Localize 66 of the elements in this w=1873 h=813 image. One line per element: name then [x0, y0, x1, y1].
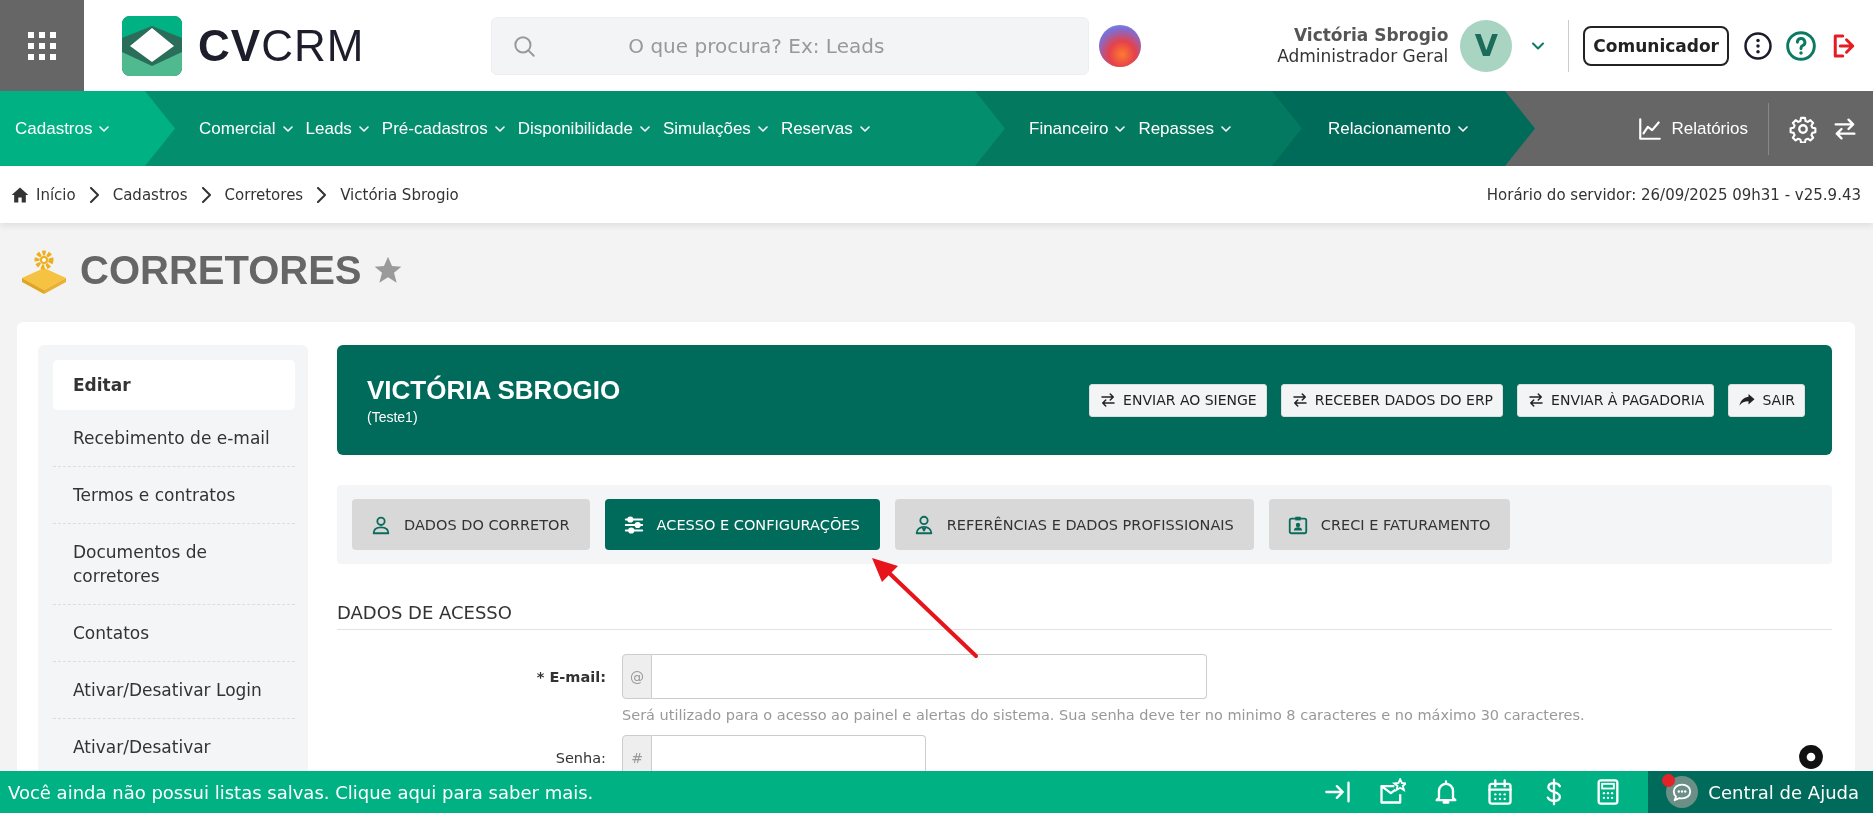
- search-field[interactable]: O que procura? Ex: Leads: [491, 16, 1090, 75]
- calendar-icon[interactable]: [1486, 778, 1515, 806]
- reports-link[interactable]: Relatórios: [1637, 115, 1748, 142]
- email-field[interactable]: [652, 654, 1207, 699]
- field-hint: Será utilizado para o acesso ao painel e alertas do sistema. Sua senha deve ter no minimo 8 caracteres e no máximo 30 caracteres.: [622, 707, 1586, 723]
- communicator-button[interactable]: Comunicador: [1583, 25, 1729, 66]
- menu-item[interactable]: Reservas: [780, 118, 873, 139]
- tab[interactable]: ACESSO E CONFIGURAÇÕES: [604, 499, 880, 550]
- menu-item[interactable]: Leads: [305, 118, 372, 139]
- menu-item[interactable]: Financeiro: [1029, 118, 1129, 139]
- sliders-icon: [622, 513, 645, 536]
- apps-menu-button[interactable]: [0, 0, 84, 91]
- profile-name: VICTÓRIA SBROGIO: [367, 375, 621, 406]
- password-field[interactable]: [652, 735, 926, 771]
- field-prefix: #: [622, 735, 652, 771]
- mail-star-icon[interactable]: [1378, 778, 1407, 806]
- field-prefix: @: [622, 654, 652, 699]
- action-button[interactable]: RECEBER DADOS DO ERP: [1280, 383, 1504, 417]
- chart-icon: [1637, 115, 1664, 142]
- sidebar-item[interactable]: Ativar/Desativar Login: [53, 662, 295, 719]
- orb-icon[interactable]: [1099, 24, 1142, 67]
- sidebar-item[interactable]: Termos e contratos: [53, 467, 295, 524]
- breadcrumb-link[interactable]: Início: [36, 185, 76, 204]
- field-label: * E-mail:: [535, 668, 606, 685]
- swap-icon: [1290, 391, 1309, 409]
- help-icon[interactable]: [1785, 29, 1817, 62]
- breadcrumb-link[interactable]: Cadastros: [112, 185, 188, 204]
- notification-dot: [1662, 774, 1676, 787]
- grid-icon: [27, 30, 57, 61]
- action-button[interactable]: ENVIAR AO SIENGE: [1089, 383, 1267, 417]
- menu-item[interactable]: Relacionamento: [1328, 118, 1471, 139]
- user-avatar[interactable]: V: [1460, 19, 1513, 72]
- sidebar-item[interactable]: Contatos: [53, 605, 295, 662]
- user-name: Victória Sbrogio: [1293, 24, 1449, 46]
- action-button[interactable]: SAIR: [1728, 383, 1805, 417]
- field-label: Senha:: [554, 749, 606, 766]
- menu-item[interactable]: Simulações: [663, 118, 771, 139]
- chevron-right-icon: [317, 186, 327, 203]
- logo-icon: [122, 15, 182, 76]
- menu-item[interactable]: Repasses: [1138, 118, 1234, 139]
- swap-icon: [1099, 391, 1118, 409]
- user-role: Administrador Geral: [1277, 45, 1449, 67]
- sidebar-item[interactable]: Editar: [53, 360, 295, 410]
- section-title: DADOS DE ACESSO: [337, 602, 1832, 630]
- chevron-right-icon: [201, 186, 211, 203]
- chevron-right-icon: [89, 186, 99, 203]
- menu-item[interactable]: Comercial: [199, 118, 296, 139]
- menu-item[interactable]: Disponibilidade: [517, 118, 653, 139]
- menu-item[interactable]: Pré-cadastros: [381, 118, 508, 139]
- settings-icon[interactable]: [1789, 114, 1817, 143]
- tab[interactable]: CRECI E FATURAMENTO: [1268, 499, 1511, 550]
- action-button[interactable]: ENVIAR À PAGADORIA: [1517, 383, 1715, 417]
- tab[interactable]: REFERÊNCIAS E DADOS PROFISSIONAIS: [894, 499, 1254, 550]
- logo-text: CVCRM: [198, 20, 365, 71]
- profile-subtitle: (Teste1): [367, 409, 419, 425]
- help-center-button[interactable]: Central de Ajuda: [1648, 771, 1873, 813]
- tab[interactable]: DADOS DO CORRETOR: [352, 499, 590, 550]
- sidebar-item[interactable]: Recebimento de e-mail: [53, 410, 295, 467]
- breadcrumb-link[interactable]: Corretores: [224, 185, 304, 204]
- sidebar-item[interactable]: Documentos de corretores: [53, 524, 295, 605]
- page-title: CORRETORES: [80, 247, 362, 293]
- eye-icon[interactable]: [1798, 744, 1824, 770]
- breadcrumb-current: Victória Sbrogio: [340, 185, 459, 204]
- server-time: Horário do servidor: 26/09/2025 09h31 - v25.9.43: [1486, 185, 1861, 204]
- swap-icon: [1527, 391, 1546, 409]
- more-icon[interactable]: [1743, 30, 1773, 61]
